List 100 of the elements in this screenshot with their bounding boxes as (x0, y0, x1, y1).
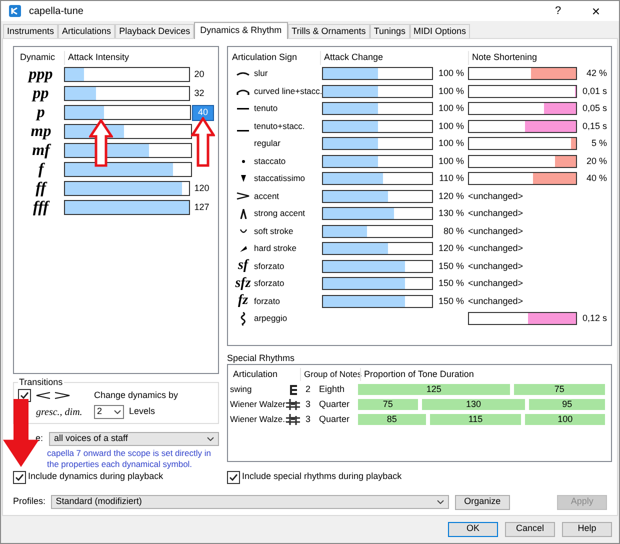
articulation-name: sforzato (254, 260, 286, 273)
proportion-bar[interactable]: 100 (525, 414, 605, 425)
attack-slider[interactable] (322, 294, 433, 308)
tab[interactable]: Dynamics & Rhythm (194, 22, 288, 39)
window-title: capella-tune (29, 4, 84, 18)
note-value: Quarter (318, 412, 351, 426)
help-button[interactable]: ? (543, 2, 573, 20)
intensity-slider[interactable] (64, 86, 190, 101)
checkbox[interactable] (13, 470, 26, 484)
checkmark-icon (14, 472, 25, 482)
column-header: Articulation Sign (232, 51, 298, 64)
note-value: Quarter (318, 398, 351, 411)
attack-value: 100 % (437, 154, 464, 168)
levels-label: Levels (129, 404, 156, 418)
shortening-value: 20 % (585, 154, 607, 168)
tab[interactable]: MIDI Options (410, 24, 470, 38)
attack-value: 120 % (437, 190, 464, 202)
chevron-icon (207, 437, 214, 441)
articulation-name: curved line+stacc. (254, 84, 322, 98)
shortening-slider[interactable] (468, 312, 577, 326)
attack-slider[interactable] (322, 277, 433, 290)
transition-label: gresc., dim. (35, 406, 84, 420)
attack-slider[interactable] (322, 190, 433, 203)
tab[interactable]: Tunings (370, 24, 410, 38)
attack-slider[interactable] (322, 172, 433, 186)
profiles-select[interactable]: Standard (modifiziert) (50, 495, 449, 509)
attack-value: 120 % (437, 242, 464, 255)
attack-slider[interactable] (322, 67, 433, 80)
checkbox-label: Include dynamics during playback (28, 470, 164, 484)
attack-slider[interactable] (322, 260, 433, 273)
dialog-button[interactable]: Help (562, 522, 612, 536)
attack-slider[interactable] (322, 224, 433, 238)
dynamic-mark: mf (31, 142, 52, 160)
attack-value: 100 % (437, 67, 464, 80)
checkbox[interactable] (227, 470, 240, 484)
dialog-button[interactable]: Cancel (505, 522, 555, 536)
shortening-value: <unchanged> (468, 190, 524, 203)
chevron-icon (436, 500, 444, 504)
intensity-slider[interactable] (64, 105, 192, 120)
checkbox-label: Include special rhythms during playback (242, 470, 402, 484)
tab[interactable]: Instruments (3, 24, 58, 38)
attack-value: 150 % (437, 294, 464, 308)
articulation-name: tenuto (254, 102, 279, 116)
intensity-slider[interactable] (64, 143, 192, 158)
note-group-icon (290, 384, 296, 394)
shortening-slider[interactable] (468, 172, 577, 186)
column-header: Attack Change (320, 51, 468, 65)
dynamic-mark: fff (32, 198, 51, 216)
attack-slider[interactable] (322, 137, 433, 150)
tab[interactable]: Articulations (58, 24, 116, 38)
attack-slider[interactable] (322, 242, 433, 256)
proportion-bar[interactable]: 75 (514, 384, 605, 395)
articulation-name: accent (254, 190, 280, 203)
intensity-slider[interactable] (64, 181, 190, 196)
intensity-value[interactable]: 127 (194, 200, 214, 214)
attack-slider[interactable] (322, 154, 433, 168)
shortening-value: <unchanged> (468, 207, 524, 220)
shortening-slider[interactable] (468, 137, 577, 150)
shortening-value: 42 % (585, 67, 607, 80)
organize-button[interactable]: Organize (454, 494, 510, 510)
group-count: 2 (304, 382, 312, 396)
proportion-bar[interactable]: 85 (358, 414, 426, 425)
articulation-sign: fz (238, 294, 248, 308)
intensity-slider[interactable] (64, 162, 192, 177)
articulation-name: tenuto+stacc. (254, 120, 306, 133)
attack-slider[interactable] (322, 84, 433, 98)
shortening-slider[interactable] (468, 84, 577, 98)
intensity-value[interactable]: 32 (194, 86, 214, 100)
arrow-annotation (89, 119, 113, 167)
column-header: Attack Intensity (64, 51, 130, 65)
close-button[interactable]: × (581, 1, 611, 22)
proportion-bar[interactable]: 125 (358, 384, 510, 395)
scope-select[interactable]: all voices of a staff (49, 432, 219, 446)
attack-value: 100 % (437, 102, 464, 115)
shortening-slider[interactable] (468, 102, 577, 116)
app-icon (9, 5, 21, 17)
shortening-value: 5 % (590, 137, 607, 150)
intensity-value[interactable]: 20 (194, 68, 214, 82)
tab[interactable]: Trills & Ornaments (288, 24, 370, 38)
proportion-bar[interactable]: 115 (430, 414, 522, 425)
attack-slider[interactable] (322, 120, 433, 133)
proportion-bar[interactable]: 130 (422, 399, 526, 410)
dynamic-mark: ff (34, 180, 48, 198)
proportion-bar[interactable]: 75 (358, 399, 418, 410)
articulation-name: sforzato (254, 277, 286, 290)
attack-slider[interactable] (322, 102, 433, 116)
articulation-icon (240, 312, 246, 326)
intensity-value[interactable]: 120 (194, 182, 214, 196)
levels-select[interactable]: 2 (94, 404, 124, 419)
proportion-bar[interactable]: 95 (529, 399, 605, 410)
articulation-name: staccato (254, 154, 287, 168)
tab[interactable]: Playback Devices (115, 24, 194, 38)
dialog-button[interactable]: OK (448, 522, 498, 536)
shortening-value: <unchanged> (468, 260, 524, 273)
shortening-slider[interactable] (468, 154, 577, 168)
attack-slider[interactable] (322, 207, 433, 220)
attack-value: 100 % (437, 84, 464, 98)
shortening-slider[interactable] (468, 120, 577, 133)
intensity-slider[interactable] (64, 67, 190, 82)
shortening-slider[interactable] (468, 67, 577, 80)
